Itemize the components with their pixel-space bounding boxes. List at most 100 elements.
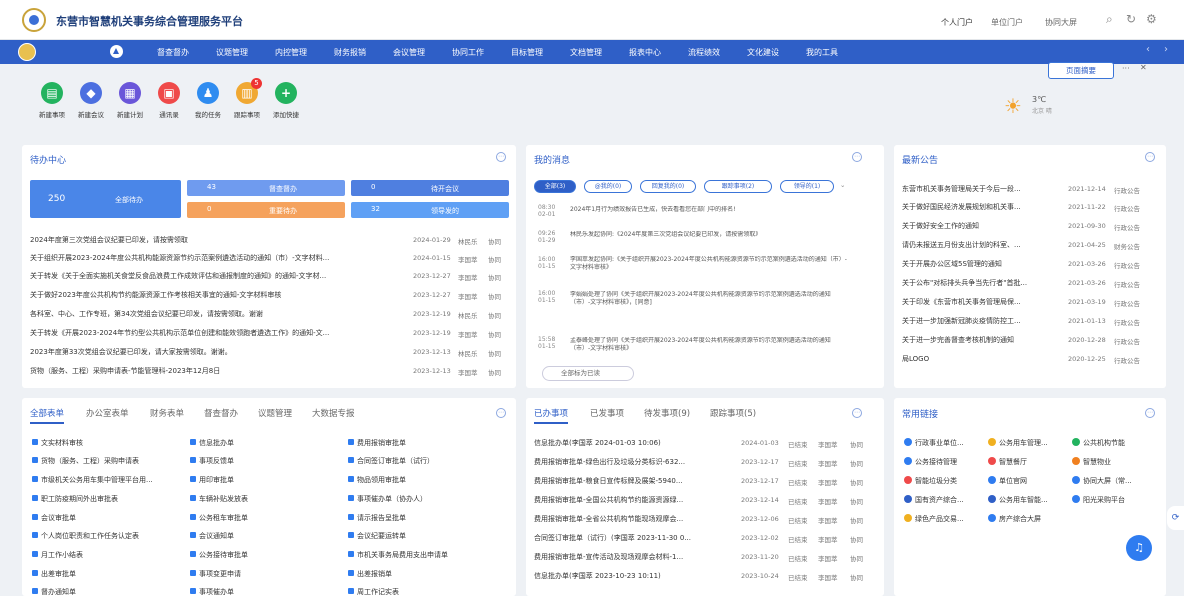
nav-item[interactable]: 报表中心 bbox=[629, 47, 661, 58]
nav-item[interactable]: 协同工作 bbox=[452, 47, 484, 58]
link-item[interactable]: 公务用车管理... bbox=[988, 438, 1048, 448]
todo-row[interactable]: 关于转发《关于全面实施机关食堂反食品浪费工作成效评估和通报制度的通知》的通知-文… bbox=[30, 271, 400, 281]
form-link[interactable]: 出差报销单 bbox=[348, 569, 392, 579]
form-link[interactable]: 督办通知单 bbox=[32, 587, 76, 596]
filter-leader[interactable]: 领导的(1) bbox=[780, 180, 834, 193]
done-row[interactable]: 信息批办单(李国萃 2023-10-23 10:11) bbox=[534, 571, 724, 581]
notice-item[interactable]: 关于做好安全工作的通知 bbox=[902, 221, 1052, 231]
done-row[interactable]: 费用报销审批单-粮食日宣传标牌及展架-5940... bbox=[534, 476, 724, 486]
unit-portal-link[interactable]: 单位门户 bbox=[991, 17, 1023, 28]
form-link[interactable]: 会议审批单 bbox=[32, 513, 76, 523]
nav-item[interactable]: 文档管理 bbox=[570, 47, 602, 58]
refresh-icon[interactable]: ↻ bbox=[1126, 12, 1136, 26]
message-item[interactable]: 李娟娟处理了协同《关于组织开展2023-2024年度公共机构能源资源节约示范案例… bbox=[570, 291, 850, 316]
link-item[interactable]: 公务接待管理 bbox=[904, 457, 957, 467]
link-item[interactable]: 阳光采购平台 bbox=[1072, 495, 1125, 505]
done-row[interactable]: 费用报销审批单-全省公共机构节能现场观摩会... bbox=[534, 514, 724, 524]
form-link[interactable]: 车辆补贴发放表 bbox=[190, 494, 248, 504]
tile-meetings[interactable]: 0 待开会议 bbox=[351, 180, 509, 196]
more-icon[interactable]: ⋯ bbox=[852, 152, 862, 162]
form-link[interactable]: 文实材料审核 bbox=[32, 438, 83, 448]
todo-row[interactable]: 关于组织开展2023-2024年度公共机构能源资源节约示范案例遴选活动的通知（市… bbox=[30, 253, 400, 263]
quick-new-meeting[interactable]: ◆ 新建会议 bbox=[71, 82, 111, 119]
form-link[interactable]: 货物（服务、工程）采购申请表 bbox=[32, 456, 139, 466]
mark-all-read-button[interactable]: 全部标为已读 bbox=[542, 366, 634, 381]
quick-new-plan[interactable]: ▦ 新建计划 bbox=[110, 82, 150, 119]
todo-row[interactable]: 2023年度第33次党组会议纪要已印发，请大家按需领取。谢谢。 bbox=[30, 347, 400, 357]
nav-item[interactable]: 会议管理 bbox=[393, 47, 425, 58]
todo-row[interactable]: 关于转发《开展2023-2024年节约型公共机构示范单位创建和能效领跑者遴选工作… bbox=[30, 328, 400, 338]
notice-item[interactable]: 关于进一步完善督查考核机制的通知 bbox=[902, 335, 1052, 345]
notice-item[interactable]: 关于公布"对标排头兵争当先行者"首批... bbox=[902, 278, 1052, 288]
filter-tracking[interactable]: 跟踪事项(2) bbox=[704, 180, 772, 193]
more-icon[interactable]: ⋯ bbox=[496, 408, 506, 418]
tile-supervision[interactable]: 43 督查督办 bbox=[187, 180, 345, 196]
form-link[interactable]: 事项变更申请 bbox=[190, 569, 241, 579]
link-item[interactable]: 智能垃圾分类 bbox=[904, 476, 957, 486]
notice-item[interactable]: 关于开展办公区域5S管理的通知 bbox=[902, 259, 1052, 269]
link-item[interactable]: 行政事业单位... bbox=[904, 438, 964, 448]
form-link[interactable]: 周工作记实表 bbox=[348, 587, 399, 596]
personal-portal-link[interactable]: 个人门户 bbox=[941, 17, 973, 28]
home-icon[interactable] bbox=[110, 45, 123, 58]
tab-pending-send[interactable]: 待发事项(9) bbox=[644, 407, 690, 419]
done-row[interactable]: 费用报销审批单-宣传活动及现场观摩会材料-1... bbox=[534, 552, 724, 562]
notice-item[interactable]: 东营市机关事务管理局关于今后一段... bbox=[902, 184, 1052, 194]
tab-topics[interactable]: 议题管理 bbox=[258, 407, 292, 419]
done-row[interactable]: 信息批办单(李国萃 2024-01-03 10:06) bbox=[534, 438, 724, 448]
page-summary-button[interactable]: 页面摘要 bbox=[1048, 62, 1114, 79]
form-link[interactable]: 出差审批单 bbox=[32, 569, 76, 579]
notice-item[interactable]: 关于进一步加强新冠肺炎疫情防控工... bbox=[902, 316, 1052, 326]
link-item[interactable]: 国有资产综合... bbox=[904, 495, 964, 505]
nav-item[interactable]: 内控管理 bbox=[275, 47, 307, 58]
nav-item[interactable]: 督查督办 bbox=[157, 47, 189, 58]
more-icon[interactable]: ⋯ bbox=[852, 408, 862, 418]
link-item[interactable]: 智慧餐厅 bbox=[988, 457, 1027, 467]
form-link[interactable]: 物品领用审批单 bbox=[348, 475, 406, 485]
message-item[interactable]: 林民乐发起协同:《2024年度第三次党组会议纪要已印发，请按需领取》 bbox=[570, 231, 850, 239]
done-row[interactable]: 费用报销审批单-全国公共机构节约能源资源绿... bbox=[534, 495, 724, 505]
tile-important[interactable]: 0 重要待办 bbox=[187, 202, 345, 218]
done-row[interactable]: 合同签订审批单（试行）(李国萃 2023-11-30 0... bbox=[534, 533, 724, 543]
notice-item[interactable]: 局LOGO bbox=[902, 354, 1052, 364]
link-item[interactable]: 绿色产品交易... bbox=[904, 514, 964, 524]
quick-my-tasks[interactable]: ♟ 我的任务 bbox=[188, 82, 228, 119]
more-icon[interactable]: ··· bbox=[1122, 64, 1130, 73]
settings-icon[interactable]: ⚙ bbox=[1146, 12, 1157, 26]
todo-row[interactable]: 关于做好2023年度公共机构节约能源资源工作考核相关事宜的通知-文字材料审核 bbox=[30, 290, 400, 300]
quick-new-item[interactable]: ▤ 新建事项 bbox=[32, 82, 72, 119]
nav-item[interactable]: 目标管理 bbox=[511, 47, 543, 58]
form-link[interactable]: 公务接待审批单 bbox=[190, 550, 248, 560]
search-icon[interactable]: ⌕ bbox=[1106, 12, 1113, 27]
link-item[interactable]: 单位官网 bbox=[988, 476, 1027, 486]
tab-supervision[interactable]: 督查督办 bbox=[204, 407, 238, 419]
quick-tracking[interactable]: ▥ 5 跟踪事项 bbox=[227, 78, 267, 119]
collab-screen-link[interactable]: 协同大屏 bbox=[1045, 17, 1077, 28]
todo-row[interactable]: 2024年度第三次党组会议纪要已印发，请按需领取 bbox=[30, 235, 400, 245]
done-row[interactable]: 费用报销审批单-绿色出行及垃圾分类标识-632... bbox=[534, 457, 724, 467]
form-link[interactable]: 请示报告呈批单 bbox=[348, 513, 406, 523]
link-item[interactable]: 房产综合大屏 bbox=[988, 514, 1041, 524]
notice-item[interactable]: 请仍未报送五月份支出计划的科室、... bbox=[902, 240, 1052, 250]
filter-replies[interactable]: 回复我的(0) bbox=[640, 180, 696, 193]
nav-prev-icon[interactable]: ‹ bbox=[1146, 44, 1150, 55]
form-link[interactable]: 合同签订审批单（试行） bbox=[348, 456, 434, 466]
todo-row[interactable]: 各科室、中心、工作专班，第34次党组会议纪要已印发，请按需领取。谢谢 bbox=[30, 309, 400, 319]
notice-item[interactable]: 关于做好国民经济发展规划和机关事... bbox=[902, 202, 1052, 212]
quick-contacts[interactable]: ▣ 通讯录 bbox=[149, 82, 189, 119]
form-link[interactable]: 事项催办单 bbox=[190, 587, 234, 596]
tile-leader[interactable]: 32 领导发的 bbox=[351, 202, 509, 218]
nav-item[interactable]: 流程绩效 bbox=[688, 47, 720, 58]
form-link[interactable]: 事项催办单（协办人） bbox=[348, 494, 427, 504]
form-link[interactable]: 公务租车审批单 bbox=[190, 513, 248, 523]
tab-tracking[interactable]: 跟踪事项(5) bbox=[710, 407, 756, 419]
close-icon[interactable]: ✕ bbox=[1140, 63, 1147, 72]
quick-add[interactable]: + 添加快捷 bbox=[266, 82, 306, 119]
notice-item[interactable]: 关于印发《东营市机关事务管理局保... bbox=[902, 297, 1052, 307]
bell-icon[interactable]: ♫ bbox=[1126, 535, 1152, 561]
form-link[interactable]: 信息批办单 bbox=[190, 438, 234, 448]
assistant-icon[interactable]: ⟳ bbox=[1167, 506, 1184, 530]
filter-at-me[interactable]: @我的(0) bbox=[584, 180, 632, 193]
todo-row[interactable]: 货物（服务、工程）采购申请表-节能管理科-2023年12月8日 bbox=[30, 366, 400, 376]
tab-done[interactable]: 已办事项 bbox=[534, 407, 569, 424]
